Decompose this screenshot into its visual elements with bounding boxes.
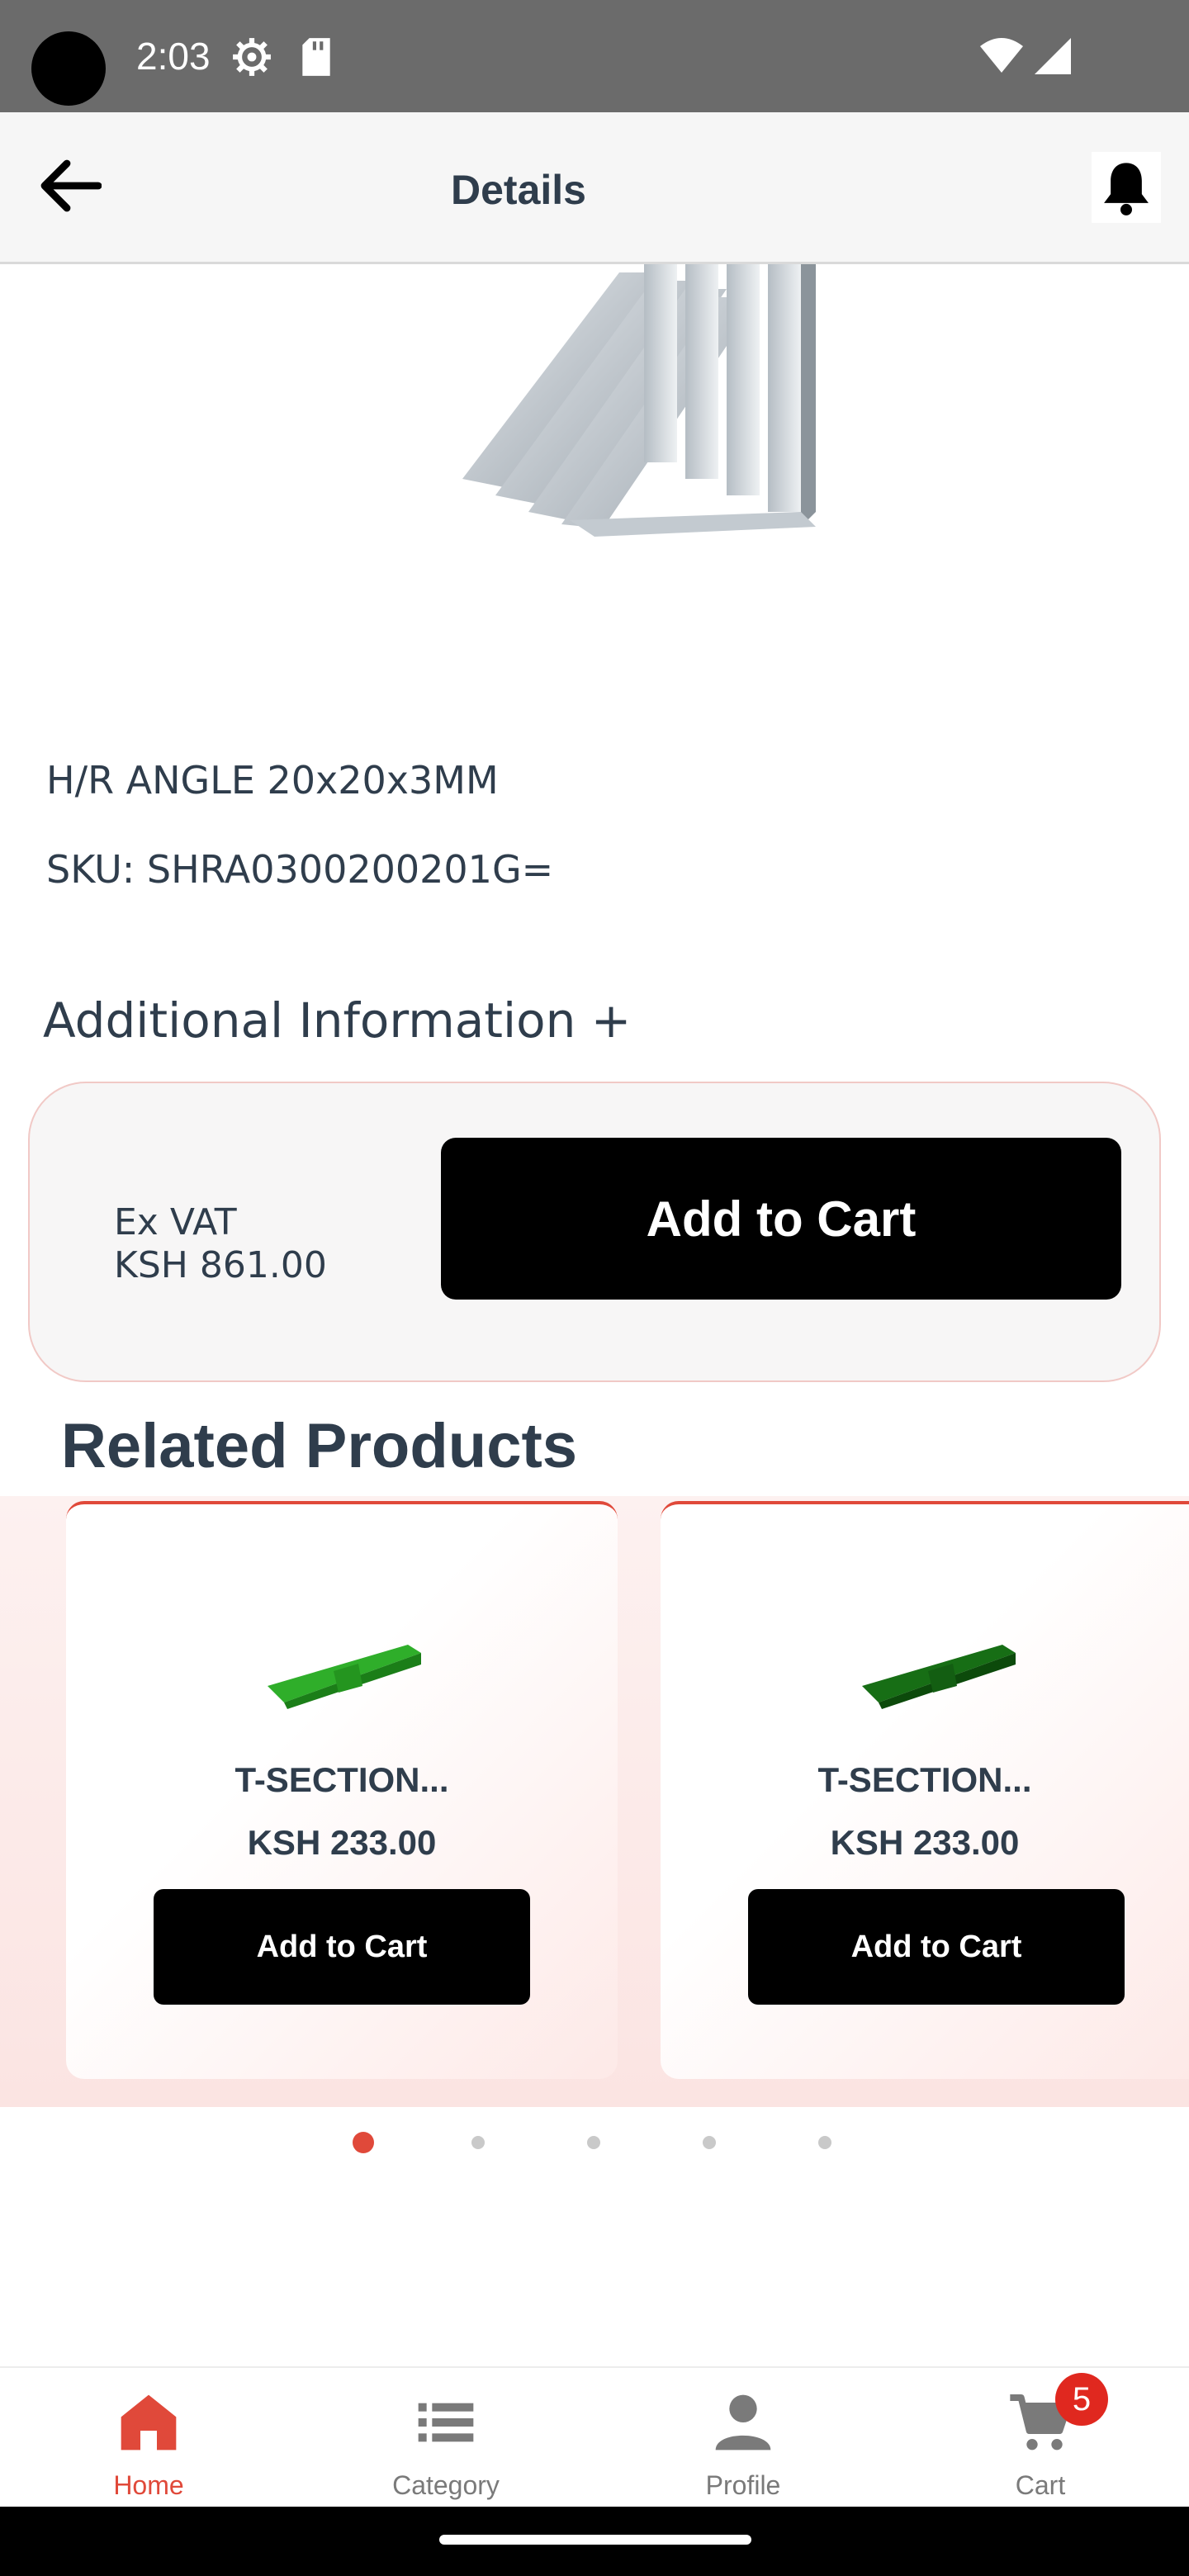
- status-time: 2:03: [136, 35, 211, 78]
- additional-info-toggle[interactable]: Additional Information +: [43, 987, 631, 1054]
- nav-label: Profile: [705, 2470, 781, 2500]
- home-gesture-handle[interactable]: [439, 2535, 751, 2545]
- add-to-cart-button[interactable]: Add to Cart: [441, 1138, 1121, 1300]
- related-product-name: T-SECTION...: [817, 1760, 1032, 1799]
- cart-count-badge: 5: [1055, 2373, 1108, 2426]
- sd-card-icon: [302, 38, 330, 76]
- nav-category[interactable]: Category: [297, 2378, 594, 2502]
- nav-home[interactable]: Home: [0, 2378, 297, 2502]
- carousel-dot[interactable]: [587, 2136, 600, 2149]
- home-icon: [121, 2394, 177, 2451]
- related-products-title: Related Products: [61, 1411, 578, 1481]
- settings-icon: [233, 38, 271, 76]
- carousel-dot[interactable]: [703, 2136, 716, 2149]
- nav-label: Home: [113, 2470, 184, 2500]
- related-product-name: T-SECTION...: [234, 1760, 449, 1799]
- nav-cart[interactable]: 5 Cart: [892, 2373, 1189, 2502]
- carousel-dot[interactable]: [818, 2136, 831, 2149]
- product-name: H/R ANGLE 20x20x3MM: [46, 758, 499, 803]
- price-vat-label: Ex VAT: [114, 1201, 237, 1243]
- related-add-to-cart-button[interactable]: Add to Cart: [748, 1889, 1125, 2005]
- related-add-to-cart-button[interactable]: Add to Cart: [154, 1889, 530, 2005]
- nav-label: Cart: [1015, 2470, 1066, 2500]
- product-price: KSH 861.00: [114, 1244, 327, 1286]
- carousel-dot-active[interactable]: [353, 2132, 374, 2153]
- camera-cutout: [31, 31, 106, 106]
- product-image: [462, 264, 816, 537]
- list-icon: [418, 2403, 474, 2442]
- product-thumbnail: [862, 1645, 1016, 1709]
- carousel-dot[interactable]: [471, 2136, 485, 2149]
- product-sku: SKU: SHRA0300200201G=: [46, 847, 554, 892]
- nav-label: Category: [392, 2470, 500, 2500]
- related-product-price: KSH 233.00: [830, 1823, 1020, 1862]
- related-product-card[interactable]: T-SECTION... KSH 233.00 Add to Cart: [66, 1501, 618, 2079]
- person-icon: [715, 2394, 771, 2451]
- page-title: Details: [451, 167, 586, 213]
- signal-icon: [1035, 38, 1071, 74]
- related-product-card[interactable]: T-SECTION... KSH 233.00 Add to Cart: [661, 1501, 1189, 2079]
- wifi-icon: [980, 38, 1023, 73]
- nav-profile[interactable]: Profile: [594, 2378, 892, 2502]
- product-thumbnail: [268, 1645, 421, 1709]
- related-product-price: KSH 233.00: [247, 1823, 437, 1862]
- bell-icon: [1104, 163, 1149, 215]
- notifications-button[interactable]: [1092, 152, 1161, 223]
